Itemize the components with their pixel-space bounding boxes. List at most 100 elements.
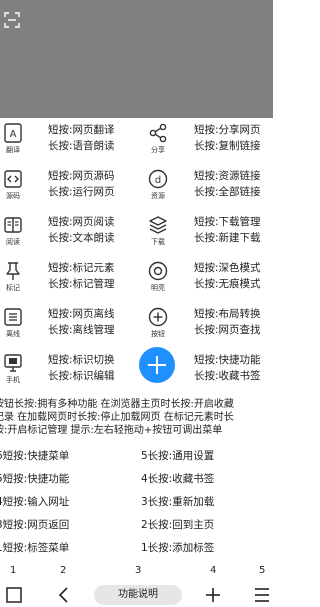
source-code-icon bbox=[2, 168, 24, 190]
long-press-action: 4长按:收藏书签 bbox=[141, 473, 215, 485]
icon-caption: 标记 bbox=[6, 284, 20, 292]
short-press-action: 6短按:快捷菜单 bbox=[0, 450, 70, 462]
icon-caption: 分享 bbox=[151, 146, 165, 154]
grid-row: A 翻译 短按:网页翻译 长按:语音朗读 分享 短按:分享网页 长按:复制链接 bbox=[0, 118, 273, 164]
short-press-text: 短按:标识切换 bbox=[48, 354, 115, 366]
short-press-text: 短按:网页阅读 bbox=[48, 216, 115, 228]
grid-row: 阅读 短按:网页阅读 长按:文本朗读 下载 短按:下载管理 长按:新建下载 bbox=[0, 210, 273, 256]
function-description: 短按:深色模式 长按:无痕模式 bbox=[194, 260, 261, 292]
function-description: 短按:网页离线 长按:离线管理 bbox=[48, 306, 115, 338]
short-press-text: 短按:网页翻译 bbox=[48, 124, 115, 136]
offline-icon bbox=[2, 306, 24, 328]
button-number: 5 bbox=[259, 565, 266, 576]
function-description: 短按:布局转换 长按:网页查找 bbox=[194, 306, 261, 338]
function-item-phone[interactable]: 手机 短按:标识切换 长按:标识编辑 bbox=[0, 348, 136, 394]
scan-icon[interactable] bbox=[4, 12, 20, 28]
long-press-text: 长按:标识编辑 bbox=[48, 370, 115, 382]
button-notes: 按钮长按:拥有多种功能 在浏览器主页时长按:开启收藏 记录 在加载网页时长按:停… bbox=[0, 398, 284, 437]
long-press-text: 长按:语音朗读 bbox=[48, 140, 115, 152]
action-row: 6短按:快捷菜单 5长按:通用设置 bbox=[0, 444, 273, 467]
note-line: 按:开启标记管理 提示:左右轻拖动+按钮可调出菜单 bbox=[0, 425, 223, 436]
long-press-action: 5长按:通用设置 bbox=[141, 450, 215, 462]
function-description: 短按:标识切换 长按:标识编辑 bbox=[48, 352, 115, 384]
icon-caption: 手机 bbox=[6, 376, 20, 384]
function-description: 短按:网页阅读 长按:文本朗读 bbox=[48, 214, 115, 246]
grid-row: 手机 短按:标识切换 长按:标识编辑 短按:快捷功能 长按:收藏书签 bbox=[0, 348, 273, 394]
function-description: 短按:网页翻译 长按:语音朗读 bbox=[48, 122, 115, 154]
action-row: 4短按:输入网址 3长按:重新加载 bbox=[0, 490, 273, 513]
long-press-text: 长按:全部链接 bbox=[194, 186, 261, 198]
button-number-row: 1 2 3 4 5 bbox=[0, 564, 273, 580]
function-item-button[interactable]: 按钮 短按:布局转换 长按:网页查找 bbox=[137, 302, 273, 348]
back-chevron-icon[interactable] bbox=[54, 585, 74, 605]
button-icon bbox=[147, 306, 169, 328]
svg-text:d: d bbox=[155, 175, 161, 186]
button-number: 4 bbox=[210, 565, 217, 576]
reader-icon bbox=[2, 214, 24, 236]
button-actions-list: 6短按:快捷菜单 5长按:通用设置 5短按:快捷功能 4长按:收藏书签 4短按:… bbox=[0, 444, 273, 559]
long-press-text: 长按:复制链接 bbox=[194, 140, 261, 152]
action-row: 3短按:网页返回 2长按:回到主页 bbox=[0, 513, 273, 536]
short-press-text: 短按:网页离线 bbox=[48, 308, 115, 320]
translate-icon: A bbox=[2, 122, 24, 144]
function-item-translate[interactable]: A 翻译 短按:网页翻译 长按:语音朗读 bbox=[0, 118, 136, 164]
button-number: 1 bbox=[10, 565, 17, 576]
short-press-text: 短按:标记元素 bbox=[48, 262, 115, 274]
icon-caption: 下载 bbox=[151, 238, 165, 246]
button-number: 3 bbox=[135, 565, 142, 576]
short-press-text: 短按:网页源码 bbox=[48, 170, 115, 182]
short-press-text: 短按:下载管理 bbox=[194, 216, 261, 228]
short-press-text: 短按:分享网页 bbox=[194, 124, 261, 136]
long-press-text: 长按:运行网页 bbox=[48, 186, 115, 198]
plus-fab-button[interactable] bbox=[139, 347, 175, 383]
note-line: 按钮长按:拥有多种功能 在浏览器主页时长按:开启收藏 bbox=[0, 399, 234, 410]
menu-icon[interactable] bbox=[252, 585, 272, 605]
function-description: 短按:资源链接 长按:全部链接 bbox=[194, 168, 261, 200]
short-press-text: 短按:深色模式 bbox=[194, 262, 261, 274]
function-item-download[interactable]: 下载 短按:下载管理 长按:新建下载 bbox=[137, 210, 273, 256]
function-description: 短按:下载管理 长按:新建下载 bbox=[194, 214, 261, 246]
icon-caption: 离线 bbox=[6, 330, 20, 338]
function-description: 短按:快捷功能 长按:收藏书签 bbox=[194, 352, 261, 384]
function-grid: A 翻译 短按:网页翻译 长按:语音朗读 分享 短按:分享网页 长按:复制链接 bbox=[0, 118, 273, 394]
grid-row: 标记 短按:标记元素 长按:标记管理 明亮 短按:深色模式 长按:无痕模式 bbox=[0, 256, 273, 302]
function-item-mark[interactable]: 标记 短按:标记元素 长按:标记管理 bbox=[0, 256, 136, 302]
long-press-action: 3长按:重新加载 bbox=[141, 496, 215, 508]
short-press-text: 短按:布局转换 bbox=[194, 308, 261, 320]
function-item-resource[interactable]: d 资源 短按:资源链接 长按:全部链接 bbox=[137, 164, 273, 210]
long-press-text: 长按:无痕模式 bbox=[194, 278, 261, 290]
function-item-offline[interactable]: 离线 短按:网页离线 长按:离线管理 bbox=[0, 302, 136, 348]
grid-row: 源码 短按:网页源码 长按:运行网页 d 资源 短按:资源链接 长按:全部链接 bbox=[0, 164, 273, 210]
long-press-text: 长按:标记管理 bbox=[48, 278, 115, 290]
function-item-brightness[interactable]: 明亮 短按:深色模式 长按:无痕模式 bbox=[137, 256, 273, 302]
mark-icon bbox=[2, 260, 24, 282]
phone-icon bbox=[2, 352, 24, 374]
resource-icon: d bbox=[147, 168, 169, 190]
function-description: 短按:网页源码 长按:运行网页 bbox=[48, 168, 115, 200]
long-press-text: 长按:网页查找 bbox=[194, 324, 261, 336]
function-help-button[interactable]: 功能说明 bbox=[94, 585, 182, 605]
note-line: 记录 在加载网页时长按:停止加载网页 在标记元素时长 bbox=[0, 412, 234, 423]
tabs-square-icon[interactable] bbox=[4, 585, 24, 605]
short-press-action: 3短按:网页返回 bbox=[0, 519, 70, 531]
add-icon[interactable] bbox=[203, 585, 223, 605]
icon-caption: 翻译 bbox=[6, 146, 20, 154]
brightness-icon bbox=[147, 260, 169, 282]
icon-caption: 明亮 bbox=[151, 284, 165, 292]
action-row: 1短按:标签菜单 1长按:添加标签 bbox=[0, 536, 273, 559]
download-icon bbox=[147, 214, 169, 236]
function-description: 短按:标记元素 长按:标记管理 bbox=[48, 260, 115, 292]
long-press-action: 2长按:回到主页 bbox=[141, 519, 215, 531]
function-item-share[interactable]: 分享 短按:分享网页 长按:复制链接 bbox=[137, 118, 273, 164]
long-press-text: 长按:离线管理 bbox=[48, 324, 115, 336]
function-item-source[interactable]: 源码 短按:网页源码 长按:运行网页 bbox=[0, 164, 136, 210]
long-press-text: 长按:新建下载 bbox=[194, 232, 261, 244]
long-press-text: 长按:文本朗读 bbox=[48, 232, 115, 244]
icon-caption: 按钮 bbox=[151, 330, 165, 338]
short-press-action: 4短按:输入网址 bbox=[0, 496, 70, 508]
short-press-action: 5短按:快捷功能 bbox=[0, 473, 70, 485]
function-item-reader[interactable]: 阅读 短按:网页阅读 长按:文本朗读 bbox=[0, 210, 136, 256]
button-number: 2 bbox=[60, 565, 67, 576]
short-press-text: 短按:快捷功能 bbox=[194, 354, 261, 366]
dimmed-webpage-area[interactable] bbox=[0, 0, 273, 118]
